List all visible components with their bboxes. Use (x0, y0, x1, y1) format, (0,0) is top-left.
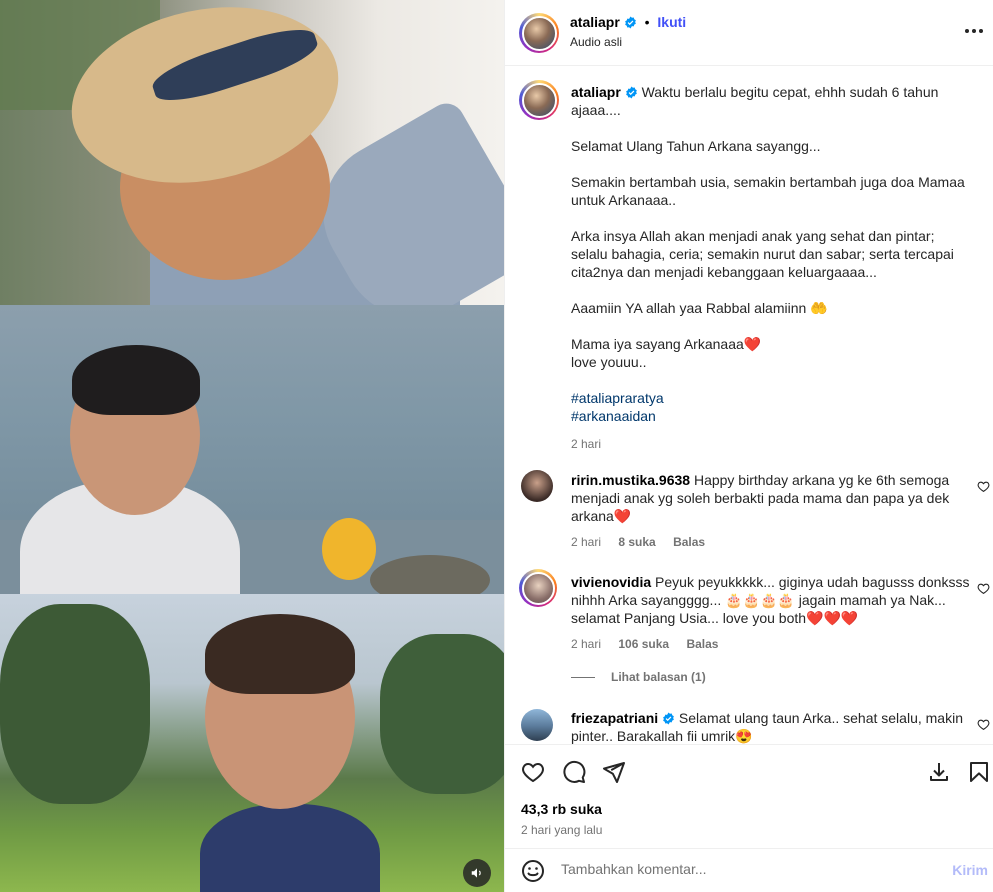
post-actions: 43,3 rb suka 2 hari yang lalu (505, 744, 993, 848)
hashtag-link[interactable]: #ataliapraratya (571, 389, 971, 407)
add-comment-bar: Kirim (505, 848, 993, 892)
comments-scroll-area[interactable]: ataliapr Waktu berlalu begitu cepat, ehh… (505, 67, 993, 744)
comment-item: vivienovidia Peyuk peyukkkkk... giginya … (571, 573, 971, 653)
comment-time: 2 hari (571, 637, 602, 651)
audio-label[interactable]: Audio asli (570, 35, 622, 49)
like-comment-heart-icon[interactable] (977, 582, 990, 595)
like-comment-heart-icon[interactable] (977, 718, 990, 731)
commenter-avatar[interactable] (519, 569, 557, 607)
post-time: 2 hari yang lalu (521, 823, 603, 837)
comment-username[interactable]: ririn.mustika.9638 (571, 472, 690, 488)
author-line: ataliapr • Ikuti (570, 14, 686, 30)
caption-line: Mama iya sayang Arkanaaa❤️ (571, 336, 762, 352)
audio-toggle-button[interactable] (463, 859, 491, 887)
comment-likes[interactable]: 106 suka (618, 637, 669, 651)
caption: ataliapr Waktu berlalu begitu cepat, ehh… (571, 83, 971, 453)
caption-line: Aaamiin YA allah yaa Rabbal alamiinn 🤲 (571, 300, 828, 316)
like-comment-heart-icon[interactable] (977, 480, 990, 493)
comment-item: ririn.mustika.9638 Happy birthday arkana… (571, 471, 971, 551)
heart-icon[interactable] (521, 760, 545, 784)
caption-line: Arka insya Allah akan menjadi anak yang … (571, 228, 954, 280)
commenter-avatar[interactable] (521, 709, 553, 741)
comment-username[interactable]: friezapatriani (571, 710, 658, 726)
view-replies-label: Lihat balasan (1) (611, 670, 706, 684)
comment-likes[interactable]: 8 suka (618, 535, 655, 549)
verified-icon (624, 16, 636, 29)
caption-line: Selamat Ulang Tahun Arkana sayangg... (571, 138, 821, 154)
post-media-carousel[interactable] (0, 0, 504, 892)
caption-avatar[interactable] (519, 80, 559, 120)
author-avatar[interactable] (519, 13, 559, 53)
comment-input[interactable] (561, 861, 941, 877)
caption-username[interactable]: ataliapr (571, 84, 621, 100)
save-icon[interactable] (927, 760, 951, 784)
more-icon (965, 29, 969, 33)
photo-boy-in-straw-hat (0, 0, 504, 305)
replies-divider (571, 676, 595, 678)
comment-time: 2 hari (571, 535, 602, 549)
likes-count[interactable]: 43,3 rb suka (521, 801, 602, 817)
reply-button[interactable]: Balas (673, 535, 705, 549)
share-icon[interactable] (602, 760, 626, 784)
follow-button[interactable]: Ikuti (657, 14, 686, 30)
caption-time: 2 hari (571, 437, 602, 451)
separator-dot: • (644, 14, 650, 30)
author-username[interactable]: ataliapr (570, 14, 620, 30)
verified-icon (663, 712, 674, 725)
commenter-avatar[interactable] (521, 470, 553, 502)
post-header: ataliapr • Ikuti Audio asli (505, 0, 993, 66)
comment-icon[interactable] (562, 760, 586, 784)
audio-icon (471, 868, 481, 878)
reply-button[interactable]: Balas (686, 637, 718, 651)
emoji-icon[interactable] (521, 859, 545, 883)
view-replies-button[interactable]: Lihat balasan (1) (571, 670, 706, 684)
comment-meta: 2 hari 106 suka Balas (571, 635, 971, 653)
caption-line: love youuu.. (571, 354, 647, 370)
caption-line: Semakin bertambah usia, semakin bertamba… (571, 174, 965, 208)
comment-username[interactable]: vivienovidia (571, 574, 651, 590)
comment-meta: 2 hari 8 suka Balas (571, 533, 971, 551)
photo-boy-by-water (0, 305, 504, 594)
photo-boy-in-park (0, 594, 504, 892)
verified-icon (625, 86, 637, 99)
more-options-button[interactable] (962, 22, 986, 40)
bookmark-icon[interactable] (967, 760, 991, 784)
hashtag-link[interactable]: #arkanaaidan (571, 407, 971, 425)
post-comment-button[interactable]: Kirim (952, 862, 988, 878)
comment-item: friezapatriani Selamat ulang taun Arka..… (571, 709, 971, 744)
post-side-panel: ataliapr • Ikuti Audio asli ataliapr Wak… (504, 0, 993, 892)
